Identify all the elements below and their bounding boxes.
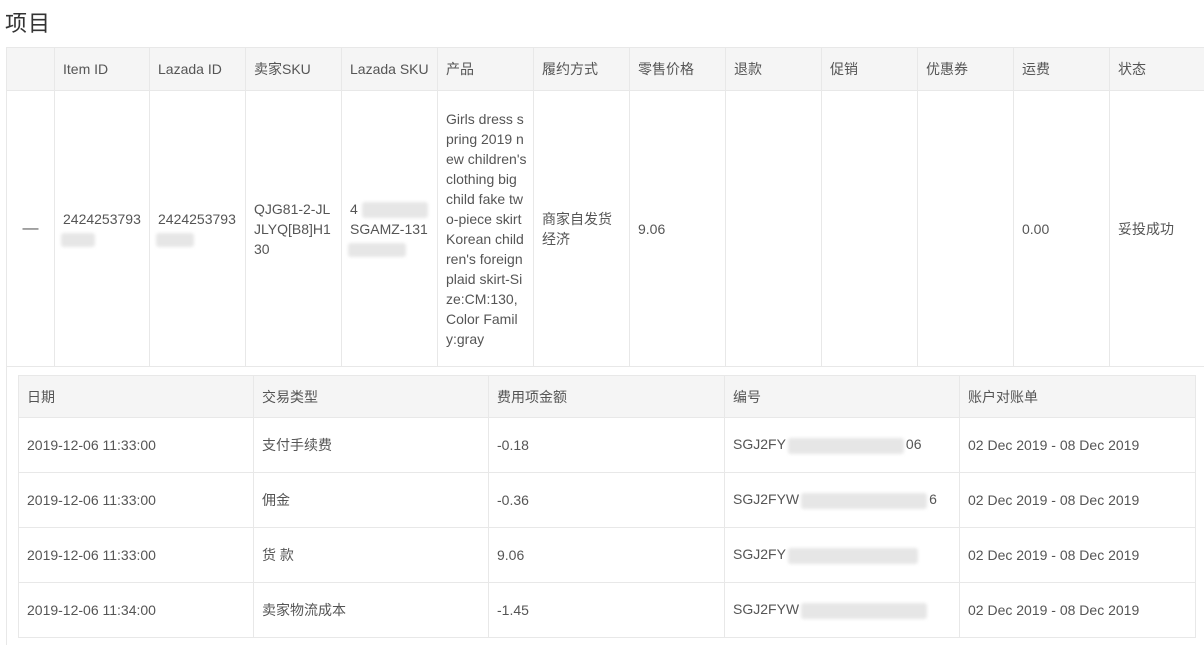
transactions-header-row: 日期 交易类型 费用项金额 编号 账户对账单 xyxy=(18,375,1196,418)
header-status: 状态 xyxy=(1109,47,1204,91)
section-title: 项目 xyxy=(5,12,52,37)
redacted-mask xyxy=(787,437,904,454)
product-name: Girls dress spring 2019 new children's c… xyxy=(437,90,534,367)
transactions-table: 日期 交易类型 费用项金额 编号 账户对账单 2019-12-06 11:33:… xyxy=(18,375,1196,638)
lazada-sku-prefix: 4 xyxy=(350,200,358,217)
transaction-date: 2019-12-06 11:34:00 xyxy=(18,582,254,638)
reference-number-cell: SGJ2FY xyxy=(724,527,960,583)
header-product: 产品 xyxy=(437,47,534,91)
header-item-id: Item ID xyxy=(54,47,150,91)
coupon-value xyxy=(917,90,1014,367)
lazada-sku-cell: 4 SGAMZ-131 xyxy=(341,90,438,367)
item-id-cell: 2424253793 xyxy=(54,90,150,367)
reference-number-cell: SGJ2FYW 6 xyxy=(724,472,960,528)
reference-number-cell: SGJ2FY 06 xyxy=(724,417,960,473)
header-seller-sku: 卖家SKU xyxy=(245,47,342,91)
header-account-statement: 账户对账单 xyxy=(959,375,1196,418)
header-fulfillment: 履约方式 xyxy=(533,47,630,91)
reference-prefix: SGJ2FYW xyxy=(733,601,800,618)
reference-suffix: 06 xyxy=(905,436,922,453)
transaction-date: 2019-12-06 11:33:00 xyxy=(18,527,254,583)
transaction-type: 佣金 xyxy=(253,472,489,528)
shipping-fee: 0.00 xyxy=(1013,90,1110,367)
reference-number-cell: SGJ2FYW xyxy=(724,582,960,638)
transaction-date: 2019-12-06 11:33:00 xyxy=(18,417,254,473)
account-statement-period: 02 Dec 2019 - 08 Dec 2019 xyxy=(959,472,1196,528)
fulfillment-method: 商家自发货 xyxy=(542,210,612,227)
reference-prefix: SGJ2FY xyxy=(733,546,786,563)
redacted-mask xyxy=(156,232,194,247)
status-value: 妥投成功 xyxy=(1109,90,1204,367)
header-retail-price: 零售价格 xyxy=(629,47,726,91)
promotion-value xyxy=(821,90,918,367)
header-coupon: 优惠券 xyxy=(917,47,1014,91)
lazada-sku-line2: SGAMZ-131 xyxy=(350,220,428,237)
transaction-date: 2019-12-06 11:33:00 xyxy=(18,472,254,528)
redacted-mask xyxy=(787,547,918,564)
account-statement-period: 02 Dec 2019 - 08 Dec 2019 xyxy=(959,417,1196,473)
account-statement-period: 02 Dec 2019 - 08 Dec 2019 xyxy=(959,582,1196,638)
fulfillment-tier: 经济 xyxy=(542,230,570,247)
transaction-type: 货 款 xyxy=(253,527,489,583)
redacted-mask xyxy=(801,492,928,509)
item-id: 2424253793 xyxy=(63,210,141,227)
lazada-id-cell: 2424253793 xyxy=(149,90,246,367)
header-lazada-id: Lazada ID xyxy=(149,47,246,91)
account-statement-period: 02 Dec 2019 - 08 Dec 2019 xyxy=(959,527,1196,583)
table-row: 2019-12-06 11:33:00 佣金 -0.36 SGJ2FYW 6 02… xyxy=(18,472,1196,528)
transaction-amount: -0.36 xyxy=(488,472,725,528)
transaction-amount: 9.06 xyxy=(488,527,725,583)
retail-price: 9.06 xyxy=(629,90,726,367)
transaction-amount: -1.45 xyxy=(488,582,725,638)
redacted-mask xyxy=(361,201,428,218)
redacted-mask xyxy=(61,232,95,247)
header-refund: 退款 xyxy=(725,47,822,91)
transaction-type: 支付手续费 xyxy=(253,417,489,473)
reference-prefix: SGJ2FY xyxy=(733,436,786,453)
redacted-mask xyxy=(348,242,406,257)
header-reference-number: 编号 xyxy=(724,375,960,418)
header-promotion: 促销 xyxy=(821,47,918,91)
header-shipping: 运费 xyxy=(1013,47,1110,91)
redacted-mask xyxy=(801,602,928,619)
table-row: — 2424253793 2424253793 QJG81-2-JLJLYQ[B… xyxy=(6,90,1204,367)
header-transaction-type: 交易类型 xyxy=(253,375,489,418)
table-header-row: Item ID Lazada ID 卖家SKU Lazada SKU 产品 履约… xyxy=(6,47,1204,91)
header-lazada-sku: Lazada SKU xyxy=(341,47,438,91)
transaction-amount: -0.18 xyxy=(488,417,725,473)
lazada-id: 2424253793 xyxy=(158,210,236,227)
reference-suffix: 6 xyxy=(929,491,937,508)
header-expand xyxy=(6,47,55,91)
expanded-row-panel: 日期 交易类型 费用项金额 编号 账户对账单 2019-12-06 11:33:… xyxy=(6,365,1204,645)
table-row: 2019-12-06 11:33:00 支付手续费 -0.18 SGJ2FY 06… xyxy=(18,417,1196,473)
header-date: 日期 xyxy=(18,375,254,418)
refund-value xyxy=(725,90,822,367)
fulfillment-cell: 商家自发货 经济 xyxy=(533,90,630,367)
collapse-toggle[interactable]: — xyxy=(6,90,55,367)
seller-sku: QJG81-2-JLJLYQ[B8]H130 xyxy=(245,90,342,367)
header-fee-amount: 费用项金额 xyxy=(488,375,725,418)
transaction-type: 卖家物流成本 xyxy=(253,582,489,638)
table-row: 2019-12-06 11:33:00 货 款 9.06 SGJ2FY 02 D… xyxy=(18,527,1196,583)
order-items-table: Item ID Lazada ID 卖家SKU Lazada SKU 产品 履约… xyxy=(6,47,1204,367)
table-row: 2019-12-06 11:34:00 卖家物流成本 -1.45 SGJ2FYW… xyxy=(18,582,1196,638)
reference-prefix: SGJ2FYW xyxy=(733,491,800,508)
